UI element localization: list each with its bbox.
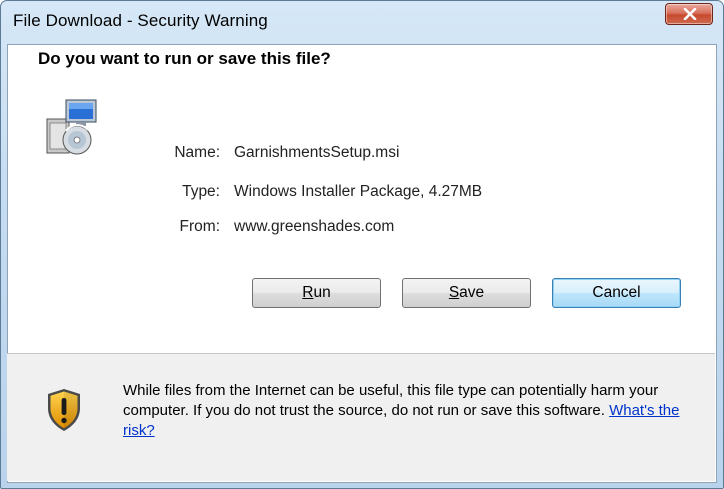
close-icon [683,8,697,20]
cancel-button[interactable]: Cancel [552,278,681,308]
save-label-rest: ave [459,284,485,301]
security-warning-text: While files from the Internet can be use… [123,381,698,441]
save-button[interactable]: Save [402,278,531,308]
run-button[interactable]: Run [252,278,381,308]
dialog-question: Do you want to run or save this file? [38,49,331,68]
name-label: Name: [174,144,220,161]
title-bar[interactable]: File Download - Security Warning [1,1,723,41]
save-mnemonic: S [448,284,460,301]
file-source-value: www.greenshades.com [234,218,395,235]
run-label-rest: un [313,284,331,301]
run-mnemonic: R [302,284,314,301]
file-type-value: Windows Installer Package, 4.27MB [234,183,483,200]
close-button[interactable] [665,3,713,25]
warning-message: While files from the Internet can be use… [123,382,659,419]
from-label: From: [179,218,220,235]
file-name-value: GarnishmentsSetup.msi [234,144,400,161]
window-title: File Download - Security Warning [13,11,268,30]
security-shield-icon [48,389,80,431]
installer-package-icon [46,99,97,155]
type-label: Type: [182,183,220,200]
